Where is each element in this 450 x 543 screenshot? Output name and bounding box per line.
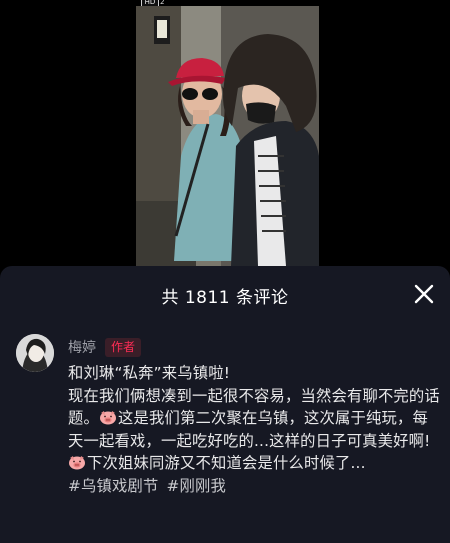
hashtag-link[interactable]: #乌镇戏剧节 bbox=[68, 477, 159, 495]
video-still-image bbox=[136, 6, 319, 266]
hashtag-link[interactable]: #刚刚我 bbox=[167, 477, 227, 495]
close-button[interactable] bbox=[412, 282, 436, 306]
comment-paragraph-3: 下次姐妹同游又不知道会是什么时候了... bbox=[68, 452, 442, 475]
comment-paragraph-2: 现在我们俩想凑到一起很不容易，当然会有聊不完的话题。 这是我们第二次聚在乌镇，这次… bbox=[68, 385, 442, 453]
comments-count-title: 共 1811 条评论 bbox=[161, 288, 289, 308]
close-icon bbox=[414, 284, 434, 304]
comment-line-1: 和刘琳“私奔”来乌镇啦! bbox=[68, 364, 231, 382]
author-badge: 作者 bbox=[105, 337, 142, 357]
avatar[interactable] bbox=[16, 334, 54, 372]
pig-face-emoji-icon bbox=[69, 456, 85, 470]
hashtag-row: #乌镇戏剧节 #刚刚我 bbox=[68, 475, 442, 498]
comment-line-2b: 这是我们第二次聚在乌镇，这次属于纯玩，每天一起看戏，一起吃好吃的...这样的日子… bbox=[68, 409, 431, 450]
comment-username[interactable]: 梅婷 bbox=[68, 337, 96, 357]
avatar-image bbox=[16, 334, 54, 372]
comment-line-3: 下次姐妹同游又不知道会是什么时候了... bbox=[87, 454, 366, 473]
video-player[interactable]: HD 2 bbox=[0, 0, 450, 266]
comments-header: 共 1811 条评论 bbox=[0, 266, 450, 322]
comment-text: 和刘琳“私奔”来乌镇啦! 现在我们俩想凑到一起很不容易，当然会有聊不完的话题。这… bbox=[68, 362, 442, 498]
comments-panel: 共 1811 条评论 梅婷 作者 和刘琳“私奔”来乌镇啦! 现在我们俩想凑到一起… bbox=[0, 266, 450, 543]
pig-face-emoji-icon bbox=[100, 411, 116, 425]
video-frame[interactable] bbox=[136, 6, 319, 266]
